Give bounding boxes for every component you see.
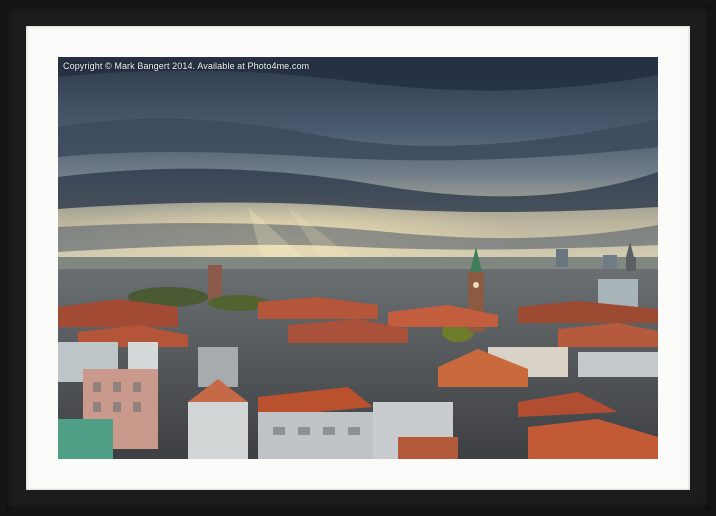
copyright-watermark: Copyright © Mark Bangert 2014. Available… xyxy=(63,61,310,71)
photo-artwork xyxy=(58,57,658,459)
picture-frame: Copyright © Mark Bangert 2014. Available… xyxy=(0,0,716,516)
city-skyline-photo: Copyright © Mark Bangert 2014. Available… xyxy=(58,57,658,459)
